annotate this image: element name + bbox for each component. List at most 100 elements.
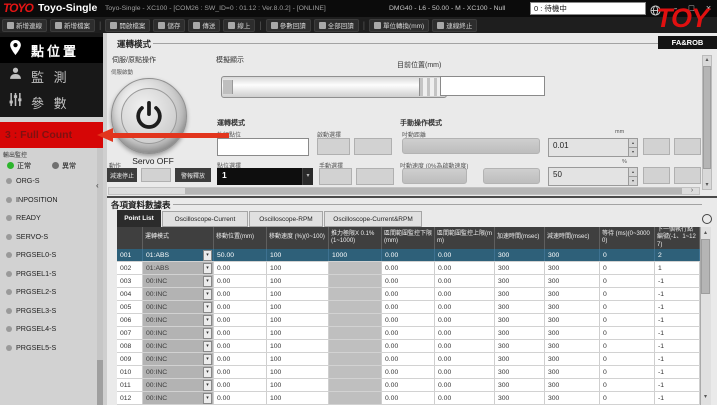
data-cell[interactable]: -1 <box>655 301 700 313</box>
table-row[interactable]: 01200:INC▾0.001000.000.003003000-1 <box>117 392 700 405</box>
data-cell[interactable]: 300 <box>545 379 600 391</box>
data-cell[interactable]: 0.00 <box>382 249 435 261</box>
data-cell[interactable]: 0 <box>600 379 655 391</box>
data-cell[interactable]: 0.00 <box>435 392 495 404</box>
table-scrollbar-thumb[interactable] <box>701 239 710 294</box>
data-cell[interactable] <box>329 288 382 300</box>
data-cell[interactable] <box>329 275 382 287</box>
mode-cell[interactable]: 00:INC▾ <box>143 366 214 378</box>
data-cell[interactable]: 0.00 <box>435 366 495 378</box>
data-cell[interactable]: 0.00 <box>214 275 267 287</box>
panel-scrollbar-thumb[interactable] <box>703 66 711 169</box>
mode-dropdown-icon[interactable]: ▾ <box>203 263 212 274</box>
data-cell[interactable] <box>329 301 382 313</box>
data-cell[interactable]: 0.00 <box>214 288 267 300</box>
table-row[interactable]: 00201:ABS▾0.001000.000.0030030001 <box>117 262 700 275</box>
data-cell[interactable] <box>329 340 382 352</box>
mode-dropdown-icon[interactable]: ▾ <box>203 354 212 365</box>
mode-dropdown-icon[interactable]: ▾ <box>203 328 212 339</box>
data-cell[interactable]: 0.00 <box>214 353 267 365</box>
data-cell[interactable]: 0 <box>600 288 655 300</box>
nav-item-monitor[interactable]: 監 測 <box>0 63 103 89</box>
table-scroll-up-icon[interactable]: ▴ <box>700 229 711 236</box>
data-cell[interactable]: 100 <box>267 314 329 326</box>
chevron-down-icon[interactable]: ▾ <box>302 168 313 185</box>
data-cell[interactable]: 0 <box>600 353 655 365</box>
data-cell[interactable]: -1 <box>655 392 700 404</box>
data-cell[interactable]: 300 <box>495 327 545 339</box>
mode-cell[interactable]: 00:INC▾ <box>143 340 214 352</box>
table-row[interactable]: 00101:ABS▾50.0010010000.000.0030030002 <box>117 249 700 262</box>
mode-dropdown-icon[interactable]: ▾ <box>203 302 212 313</box>
data-cell[interactable]: 300 <box>545 249 600 261</box>
manual-select-button-2[interactable] <box>356 168 394 185</box>
nav-item-point-position[interactable]: 點位置 <box>0 37 103 63</box>
data-cell[interactable]: 300 <box>545 314 600 326</box>
data-cell[interactable]: 300 <box>495 340 545 352</box>
data-cell[interactable]: 0.00 <box>382 392 435 404</box>
data-cell[interactable]: 0.00 <box>435 275 495 287</box>
stepper-arrows[interactable]: ▴▾ <box>628 168 637 185</box>
step-up-icon[interactable]: ▴ <box>629 168 637 177</box>
table-row[interactable]: 00500:INC▾0.001000.000.003003000-1 <box>117 301 700 314</box>
data-cell[interactable]: 0 <box>600 275 655 287</box>
point-select-dropdown[interactable]: 1 <box>217 168 302 185</box>
table-row[interactable]: 00900:INC▾0.001000.000.003003000-1 <box>117 353 700 366</box>
table-row[interactable]: 00400:INC▾0.001000.000.003003000-1 <box>117 288 700 301</box>
jog-minus-button[interactable] <box>643 138 670 155</box>
mode-cell[interactable]: 00:INC▾ <box>143 314 214 326</box>
data-cell[interactable]: 0.00 <box>214 379 267 391</box>
status-field[interactable]: 0 : 待機中 <box>530 2 646 15</box>
scroll-down-icon[interactable]: ▾ <box>702 181 712 188</box>
mode-dropdown-icon[interactable]: ▾ <box>203 250 212 261</box>
data-cell[interactable] <box>329 366 382 378</box>
mode-cell[interactable]: 01:ABS▾ <box>143 249 214 261</box>
nav-item-parameters[interactable]: 參 數 <box>0 89 103 115</box>
collapse-panel-icon[interactable]: ‹ <box>96 181 104 191</box>
data-cell[interactable]: 100 <box>267 262 329 274</box>
data-cell[interactable]: 0.00 <box>382 275 435 287</box>
data-cell[interactable]: 0.00 <box>382 340 435 352</box>
data-cell[interactable]: 0 <box>600 366 655 378</box>
data-cell[interactable]: 50.00 <box>214 249 267 261</box>
data-cell[interactable]: 0 <box>600 314 655 326</box>
tab-point-list[interactable]: Point List <box>117 210 161 227</box>
data-cell[interactable]: 100 <box>267 379 329 391</box>
data-cell[interactable]: -1 <box>655 366 700 378</box>
toolbar-button-2-0[interactable]: 參數回讀 <box>266 19 311 32</box>
speed-minus-button[interactable] <box>643 167 670 184</box>
jog-speed-slider-left[interactable] <box>402 168 467 184</box>
mode-cell[interactable]: 00:INC▾ <box>143 379 214 391</box>
jog-distance-slider[interactable] <box>402 138 540 154</box>
data-cell[interactable]: -1 <box>655 353 700 365</box>
tab-oscilloscope-current-rpm[interactable]: Oscilloscope-Current&RPM <box>324 211 422 227</box>
data-cell[interactable]: 300 <box>495 288 545 300</box>
scroll-up-icon[interactable]: ▴ <box>702 56 712 63</box>
data-cell[interactable]: 0 <box>600 301 655 313</box>
alarm-release-button[interactable]: 警報釋放 <box>175 168 211 182</box>
mode-cell[interactable]: 00:INC▾ <box>143 301 214 313</box>
data-cell[interactable]: 300 <box>545 262 600 274</box>
step-down-icon[interactable]: ▾ <box>629 177 637 185</box>
data-cell[interactable] <box>329 262 382 274</box>
data-cell[interactable]: 100 <box>267 340 329 352</box>
mode-dropdown-icon[interactable]: ▾ <box>203 289 212 300</box>
data-cell[interactable]: 0.00 <box>214 327 267 339</box>
toolbar-button-3-1[interactable]: 連線終止 <box>432 19 477 32</box>
speed-plus-button[interactable] <box>674 167 701 184</box>
scroll-right-icon[interactable]: › <box>687 187 697 194</box>
data-cell[interactable] <box>329 353 382 365</box>
step-down-icon[interactable]: ▾ <box>629 148 637 156</box>
data-cell[interactable]: 0.00 <box>214 262 267 274</box>
data-cell[interactable] <box>329 379 382 391</box>
toolbar-button-2-1[interactable]: 全部回讀 <box>314 19 359 32</box>
data-cell[interactable]: 300 <box>545 301 600 313</box>
data-cell[interactable]: 0.00 <box>435 301 495 313</box>
data-cell[interactable]: 0.00 <box>435 288 495 300</box>
toolbar-button-1-2[interactable]: 傳送 <box>188 19 220 32</box>
blank-action-button[interactable] <box>141 168 171 182</box>
data-cell[interactable]: 0 <box>600 249 655 261</box>
data-cell[interactable]: 300 <box>495 275 545 287</box>
data-cell[interactable]: 300 <box>545 288 600 300</box>
data-cell[interactable]: 0.00 <box>214 314 267 326</box>
